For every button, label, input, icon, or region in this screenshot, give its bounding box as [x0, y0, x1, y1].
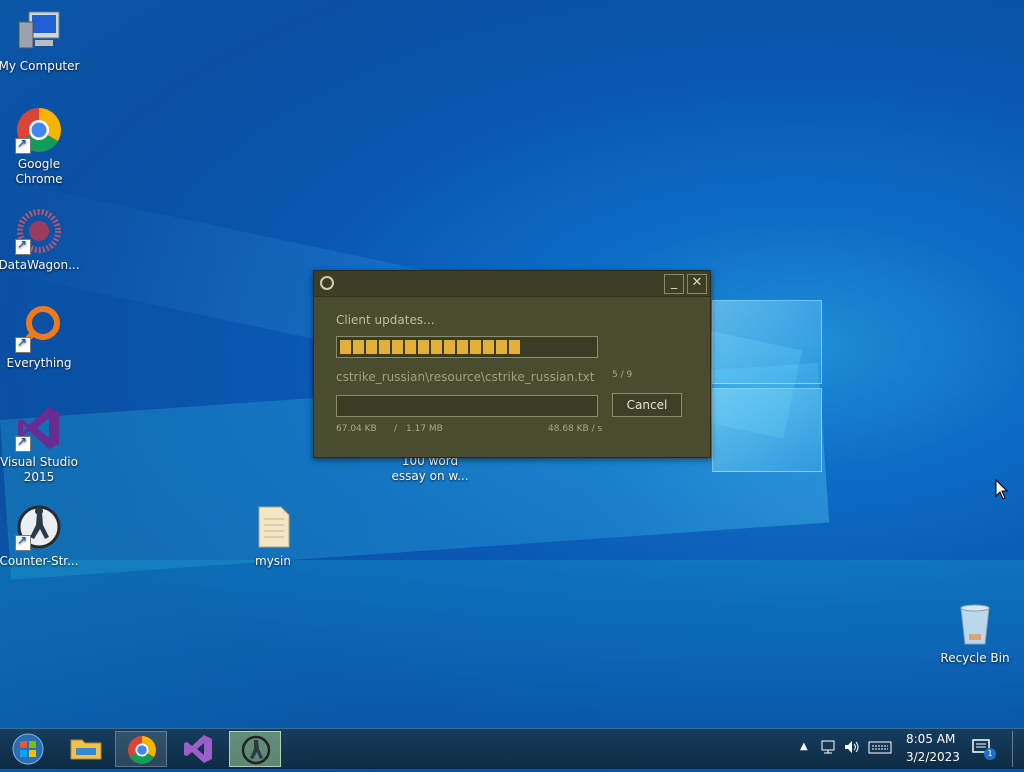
everything-search-icon [15, 305, 63, 353]
counter-strike-icon [241, 735, 271, 765]
computer-icon [15, 8, 63, 56]
progress-segment [483, 340, 494, 354]
icon-label: Recycle Bin [940, 651, 1010, 665]
wallpaper-glow [0, 560, 1024, 728]
taskbar-google-chrome[interactable] [115, 731, 167, 767]
client-update-dialog: _ ✕ Client updates... cstrike_russian\re… [313, 270, 711, 458]
chrome-icon [15, 106, 63, 154]
text-file-icon [249, 503, 297, 551]
counter-strike-icon [15, 503, 63, 551]
desktop-icon-visual-studio[interactable]: Visual Studio 2015 [0, 404, 81, 485]
desktop: My Computer Google Chrome DataWagon... [0, 0, 1024, 728]
desktop-icon-everything[interactable]: Everything [0, 305, 81, 371]
progress-segment [340, 340, 351, 354]
downloaded-size: 67.04 KB [336, 424, 377, 434]
desktop-icon-mysin[interactable]: mysin [231, 503, 315, 569]
progress-segment [496, 340, 507, 354]
file-count: 5 / 9 [612, 370, 633, 380]
notification-count-badge: 1 [984, 748, 996, 760]
progress-segment [379, 340, 390, 354]
start-button[interactable] [4, 731, 56, 767]
folder-icon [70, 739, 102, 760]
desktop-icon-my-computer[interactable]: My Computer [0, 8, 81, 74]
datawagon-icon [15, 207, 63, 255]
counter-strike-logo-icon [320, 276, 334, 290]
close-button[interactable]: ✕ [687, 274, 707, 294]
taskbar: ▲ 8:05 AM 3/2/2023 1 [0, 728, 1024, 769]
notification-center-icon[interactable]: 1 [972, 738, 996, 762]
icon-label: Counter-Str... [0, 554, 79, 568]
icon-label: mysin [255, 554, 291, 568]
minimize-button[interactable]: _ [664, 274, 684, 294]
progress-segment [418, 340, 429, 354]
volume-icon[interactable] [843, 739, 861, 759]
desktop-icon-google-chrome[interactable]: Google Chrome [0, 106, 81, 187]
keyboard-icon[interactable] [868, 739, 892, 759]
progress-segment [353, 340, 364, 354]
taskbar-visual-studio[interactable] [172, 731, 224, 767]
progress-segment [509, 340, 520, 354]
size-separator: / [394, 424, 398, 434]
visual-studio-icon [184, 735, 212, 763]
progress-segment [444, 340, 455, 354]
progress-segment [431, 340, 442, 354]
overall-progress-bar [336, 336, 598, 358]
icon-label: Everything [6, 356, 72, 370]
total-size: 1.17 MB [406, 424, 443, 434]
icon-label: 100 word essay on w... [391, 454, 469, 483]
progress-segment [457, 340, 468, 354]
progress-segment [366, 340, 377, 354]
desktop-icon-datawagon[interactable]: DataWagon... [0, 207, 81, 273]
progress-segment [405, 340, 416, 354]
taskbar-counter-strike[interactable] [229, 731, 281, 767]
taskbar-file-explorer[interactable] [60, 731, 112, 767]
mouse-cursor-icon [995, 478, 1009, 505]
icon-label: My Computer [0, 59, 80, 73]
show-hidden-icons-chevron-icon[interactable]: ▲ [800, 741, 808, 752]
desktop-icon-counter-strike[interactable]: Counter-Str... [0, 503, 81, 569]
icon-label: Visual Studio 2015 [0, 455, 78, 484]
visual-studio-icon [15, 404, 63, 452]
current-file-path: cstrike_russian\resource\cstrike_russian… [336, 370, 595, 384]
progress-segment [392, 340, 403, 354]
status-text: Client updates... [336, 313, 435, 327]
recycle-bin-icon [951, 600, 999, 648]
desktop-icon-essay[interactable]: 100 word essay on w... [388, 454, 472, 484]
progress-segment [470, 340, 481, 354]
icon-label: DataWagon... [0, 258, 80, 272]
file-progress-bar [336, 395, 598, 417]
icon-label: Google Chrome [15, 157, 63, 186]
network-icon[interactable] [820, 739, 838, 759]
chrome-icon [128, 736, 156, 764]
clock-date[interactable]: 3/2/2023 [906, 750, 960, 764]
cancel-button[interactable]: Cancel [612, 393, 682, 417]
desktop-icon-recycle-bin[interactable]: Recycle Bin [933, 600, 1017, 666]
clock-time[interactable]: 8:05 AM [906, 732, 955, 746]
show-desktop-button[interactable] [1012, 731, 1023, 767]
download-speed: 48.68 KB / s [548, 424, 603, 434]
dialog-titlebar[interactable]: _ ✕ [314, 271, 710, 297]
